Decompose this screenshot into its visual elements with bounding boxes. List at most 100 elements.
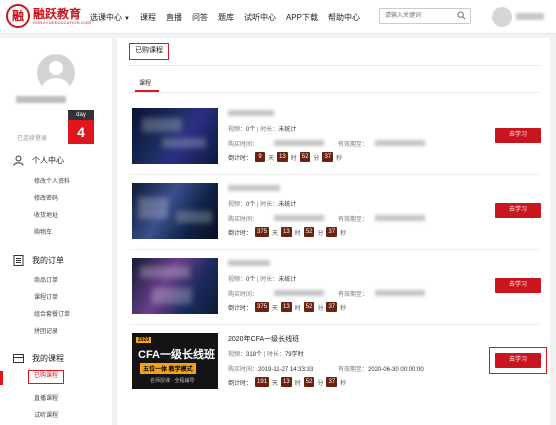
course-thumbnail[interactable]: 2020 CFA一级长线班 五位一体 教学模式 名师授课 · 全程辅导	[132, 333, 218, 389]
label: 时长：	[260, 127, 279, 133]
go-study-button[interactable]: 去学习	[495, 128, 541, 143]
label: 时长：	[266, 352, 285, 358]
sidebar-item-purchased-courses[interactable]: 已购课程	[28, 370, 65, 384]
unit: 天	[268, 155, 275, 162]
section-title: 个人中心	[32, 156, 64, 165]
valid-until-value: 2020-06-30 00:00:00	[368, 367, 424, 373]
nav-courses[interactable]: 课程	[140, 12, 156, 23]
top-navbar: 融 融跃教育 RONGYUEEDUCATION.COM 选课中心 ▼ 课程 直播 …	[0, 0, 556, 34]
unit: 秒	[340, 230, 347, 237]
thumb-blur	[176, 211, 212, 223]
order-icon	[13, 255, 24, 266]
purchase-time-blurred	[274, 140, 324, 146]
unit: 分	[317, 230, 324, 237]
course-valid-label: 有效期至：	[338, 142, 369, 148]
video-count: 318个	[246, 352, 263, 358]
unit: 秒	[340, 380, 347, 387]
nav-question-bank[interactable]: 题库	[218, 12, 234, 23]
valid-time-blurred	[375, 215, 425, 221]
countdown-days: 375	[255, 302, 270, 312]
sidebar-item-course-orders[interactable]: 课程订单	[34, 292, 58, 301]
main-nav: 选课中心 ▼ 课程 直播 问答 题库 试听中心 APP下载 帮助中心	[90, 0, 370, 34]
thumb-title: CFA一级长线班	[138, 349, 215, 361]
course-thumbnail[interactable]	[132, 108, 218, 164]
countdown-seconds: 37	[326, 377, 338, 387]
sidebar-item-bundle-orders[interactable]: 组合套餐订单	[34, 309, 70, 318]
purchase-time-value: 2019-11-27 14:33:33	[258, 367, 314, 373]
unit: 时	[294, 380, 301, 387]
unit: 分	[313, 155, 320, 162]
search-input[interactable]	[380, 9, 454, 23]
course-title-blurred[interactable]	[228, 260, 270, 266]
course-title-blurred[interactable]	[228, 185, 280, 191]
sidebar-item-cart[interactable]: 购物车	[34, 227, 52, 236]
go-study-button[interactable]: 去学习	[495, 353, 541, 368]
course-item: 视频：0个 | 时长：未统计 购买时间： 有效期至： 倒计时： 375 天 13 时…	[129, 253, 541, 325]
day-count: 4	[68, 120, 94, 144]
countdown-minutes: 52	[299, 152, 311, 162]
profile-avatar[interactable]	[37, 54, 75, 92]
sidebar-section-orders: 我的订单	[13, 255, 64, 266]
label: 时长：	[260, 277, 279, 283]
site-logo[interactable]: 融 融跃教育 RONGYUEEDUCATION.COM	[6, 4, 91, 30]
countdown-minutes: 52	[303, 227, 315, 237]
search-box	[379, 8, 471, 24]
divider	[129, 92, 539, 93]
duration-value: 79学时	[284, 352, 304, 358]
sidebar-section-personal: 个人中心	[13, 155, 64, 166]
go-study-button[interactable]: 去学习	[495, 278, 541, 293]
course-thumbnail[interactable]	[132, 183, 218, 239]
unit: 时	[294, 230, 301, 237]
countdown-days: 375	[255, 227, 270, 237]
profile-name-blurred	[16, 96, 66, 103]
user-name-blurred[interactable]	[516, 13, 544, 20]
label: 倒计时：	[228, 305, 253, 312]
sidebar-item-live-courses[interactable]: 直播课程	[34, 393, 58, 402]
nav-app-download[interactable]: APP下载	[286, 12, 318, 23]
course-valid-label: 有效期至：	[338, 217, 369, 223]
countdown-seconds: 37	[326, 302, 338, 312]
nav-live[interactable]: 直播	[166, 12, 182, 23]
course-video-duration: 视频：0个 | 时长：未统计	[228, 202, 297, 208]
thumb-tag: 五位一体 教学模式	[140, 363, 196, 374]
sidebar-item-product-orders[interactable]: 商品订单	[34, 275, 58, 284]
nav-select-course-center[interactable]: 选课中心 ▼	[90, 12, 130, 23]
thumb-blur	[162, 138, 206, 148]
logo-subtext: RONGYUEEDUCATION.COM	[33, 20, 91, 25]
duration-value: 未统计	[278, 277, 297, 283]
section-title: 我的课程	[32, 354, 64, 363]
unit: 天	[272, 305, 279, 312]
countdown-hours: 13	[281, 377, 292, 387]
course-thumbnail[interactable]	[132, 258, 218, 314]
nav-help-center[interactable]: 帮助中心	[328, 12, 360, 23]
active-indicator	[0, 371, 3, 385]
day-label: day	[68, 110, 94, 120]
sidebar-item-trial-courses[interactable]: 试听课程	[34, 410, 58, 419]
course-video-duration: 视频：0个 | 时长：未统计	[228, 277, 297, 283]
course-title[interactable]: 2020年CFA一级长线班	[228, 334, 299, 344]
page-title: 已购课程	[129, 43, 169, 60]
course-video-duration: 视频：318个 | 时长：79学时	[228, 352, 304, 358]
nav-trial-center[interactable]: 试听中心	[244, 12, 276, 23]
course-countdown: 倒计时： 191 天 13 时 52 分 37 秒	[228, 377, 346, 387]
search-icon[interactable]	[457, 11, 466, 20]
purchase-time-blurred	[274, 290, 324, 296]
nav-qa[interactable]: 问答	[192, 12, 208, 23]
unit: 秒	[336, 155, 343, 162]
label: 视频：	[228, 202, 247, 208]
sidebar-item-edit-profile[interactable]: 修改个人资料	[34, 176, 70, 185]
duration-value: 未统计	[278, 202, 297, 208]
tab-courses[interactable]: 课程	[139, 78, 151, 87]
course-item: 2020 CFA一级长线班 五位一体 教学模式 名师授课 · 全程辅导 2020…	[129, 328, 547, 400]
login-day-badge: day 4	[68, 110, 94, 144]
countdown-hours: 13	[281, 227, 292, 237]
go-study-button[interactable]: 去学习	[495, 203, 541, 218]
user-avatar[interactable]	[492, 7, 512, 27]
course-countdown: 倒计时： 375 天 13 时 52 分 37 秒	[228, 302, 346, 312]
thumb-blur	[138, 197, 168, 219]
course-title-blurred[interactable]	[228, 110, 274, 116]
sidebar-item-shipping-address[interactable]: 收货地址	[34, 210, 58, 219]
chevron-down-icon: ▼	[124, 15, 130, 22]
sidebar-item-change-password[interactable]: 修改密码	[34, 193, 58, 202]
sidebar-item-group-buy[interactable]: 拼团记录	[34, 326, 58, 335]
